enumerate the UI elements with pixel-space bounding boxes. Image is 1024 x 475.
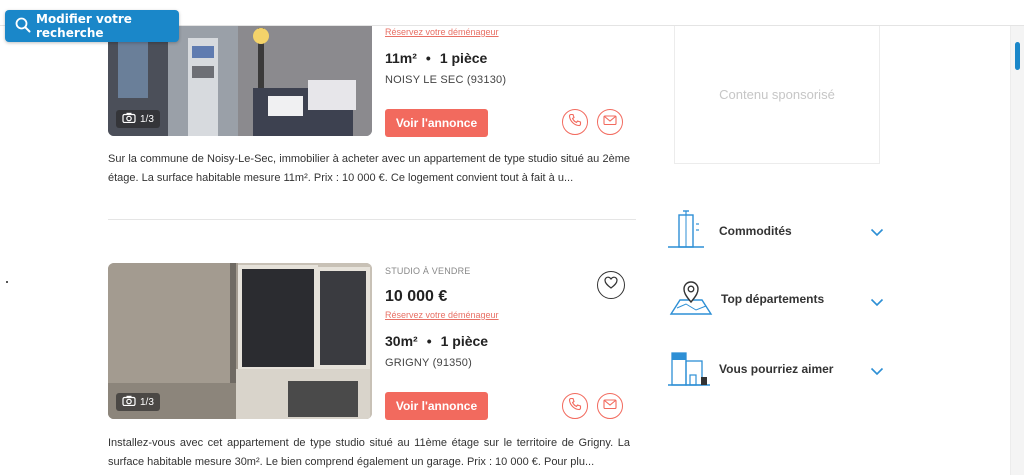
house-icon	[668, 349, 710, 392]
listing-divider	[108, 219, 636, 220]
camera-icon	[122, 112, 136, 126]
rooms: 1 pièce	[439, 50, 488, 66]
book-mover-link[interactable]: Réservez votre déménageur	[385, 27, 499, 37]
building-icon	[668, 210, 704, 255]
stray-mark	[6, 281, 8, 283]
sidebar-item-vous-pourriez-aimer[interactable]: Vous pourriez aimer	[668, 349, 886, 391]
listings-column: 1/3 Réservez votre déménageur 11m² • 1 p…	[0, 0, 660, 475]
page-scrollbar[interactable]	[1010, 0, 1024, 475]
email-button[interactable]	[597, 109, 623, 135]
separator-dot: •	[426, 333, 432, 349]
scrollbar-thumb[interactable]	[1015, 42, 1020, 70]
rooms: 1 pièce	[440, 333, 489, 349]
book-mover-link[interactable]: Réservez votre déménageur	[385, 310, 499, 320]
sponsored-content: Contenu sponsorisé	[674, 26, 880, 164]
photo-counter: 1/3	[116, 393, 160, 411]
surface: 11m²	[385, 50, 417, 66]
listing-price: 10 000 €	[385, 288, 448, 305]
listing-specs: 11m² • 1 pièce	[385, 50, 487, 66]
chevron-down-icon	[870, 224, 884, 242]
favorite-button[interactable]	[597, 271, 625, 299]
listing-city: NOISY LE SEC (93130)	[385, 74, 507, 86]
modify-search-button[interactable]: Modifier votre recherche	[5, 10, 179, 42]
phone-icon	[568, 113, 582, 132]
phone-button[interactable]	[562, 393, 588, 419]
phone-icon	[568, 397, 582, 416]
listing-photo[interactable]: 1/3	[108, 263, 372, 419]
map-pin-icon	[668, 280, 714, 323]
camera-icon	[122, 395, 136, 409]
sidebar-item-label: Vous pourriez aimer	[719, 362, 834, 376]
listing-city: GRIGNY (91350)	[385, 357, 472, 369]
listing-description: Installez-vous avec cet appartement de t…	[108, 437, 630, 468]
photo-counter-text: 1/3	[140, 113, 154, 125]
envelope-icon	[603, 113, 617, 131]
photo-counter: 1/3	[116, 110, 160, 128]
sidebar-item-top-departements[interactable]: Top départements	[668, 280, 886, 322]
surface: 30m²	[385, 333, 418, 349]
separator-dot: •	[425, 50, 431, 66]
listing-type: STUDIO À VENDRE	[385, 266, 471, 276]
chevron-down-icon	[870, 363, 884, 381]
listing-description: Sur la commune de Noisy-Le-Sec, immobili…	[108, 153, 630, 184]
listing-specs: 30m² • 1 pièce	[385, 333, 488, 349]
modify-search-label: Modifier votre recherche	[36, 12, 132, 40]
heart-icon	[604, 276, 618, 294]
chevron-down-icon	[870, 294, 884, 312]
view-listing-button[interactable]: Voir l'annonce	[385, 392, 488, 420]
sidebar-item-label: Commodités	[719, 224, 792, 238]
envelope-icon	[603, 397, 617, 415]
email-button[interactable]	[597, 393, 623, 419]
sidebar-item-label: Top départements	[721, 292, 825, 306]
sponsored-label: Contenu sponsorisé	[719, 87, 835, 102]
sidebar-item-commodites[interactable]: Commodités	[668, 210, 886, 252]
photo-counter-text: 1/3	[140, 396, 154, 408]
phone-button[interactable]	[562, 109, 588, 135]
search-icon	[15, 17, 31, 36]
view-listing-button[interactable]: Voir l'annonce	[385, 109, 488, 137]
